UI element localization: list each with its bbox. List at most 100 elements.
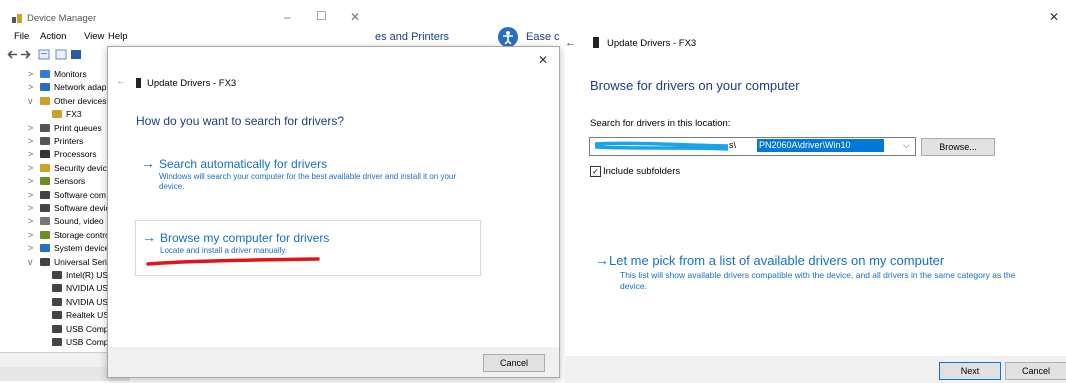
- menu-help[interactable]: Help: [108, 31, 128, 42]
- location-label: Search for drivers in this location:: [590, 118, 731, 129]
- tree-item-label: Processors: [54, 149, 97, 160]
- red-underline-annotation: [146, 257, 320, 266]
- chevron-down-icon[interactable]: v: [28, 256, 36, 268]
- option-description: Windows will search your computer for th…: [159, 172, 457, 191]
- device-category-icon: [40, 244, 50, 253]
- chevron-down-icon[interactable]: v: [28, 95, 36, 107]
- path-selection: PN2060A\driver\Win10: [757, 139, 884, 152]
- device-category-icon: [40, 96, 50, 105]
- option-title[interactable]: Let me pick from a list of available dri…: [609, 253, 944, 268]
- tree-item-label: System device: [54, 243, 110, 254]
- tree-item-label: USB Comp: [66, 337, 109, 347]
- menu-bar: File Action View Help: [0, 31, 373, 45]
- device-category-icon: [52, 338, 62, 346]
- tree-item-label: Network adap: [54, 82, 107, 93]
- tree-item-label: NVIDIA US: [66, 283, 109, 294]
- chevron-right-icon[interactable]: >: [28, 148, 36, 160]
- ease-of-access-link[interactable]: Ease c: [526, 31, 560, 43]
- device-category-icon: [40, 217, 50, 226]
- device-category-icon: [40, 123, 50, 132]
- device-icon: [136, 78, 141, 88]
- device-category-icon: [52, 271, 62, 279]
- chevron-right-icon[interactable]: >: [28, 68, 36, 80]
- tree-item-label: Print queues: [54, 122, 102, 133]
- maximize-button[interactable]: ☐: [316, 9, 327, 23]
- dialog-title: Update Drivers - FX3: [607, 38, 697, 49]
- dialog-title: Update Drivers - FX3: [147, 78, 237, 89]
- device-category-icon: [52, 297, 62, 306]
- chevron-down-icon[interactable]: ⌵: [903, 140, 910, 151]
- back-arrow-icon[interactable]: [6, 49, 18, 60]
- devices-and-printers-link[interactable]: es and Printers: [375, 31, 449, 43]
- arrow-right-icon: →: [141, 155, 155, 171]
- device-category-icon: [40, 177, 50, 186]
- close-button[interactable]: ✕: [538, 53, 548, 67]
- next-button[interactable]: Next: [939, 362, 1001, 380]
- accessibility-icon: [503, 31, 513, 45]
- ease-of-access-icon[interactable]: [498, 27, 518, 47]
- tree-item-label: Printers: [54, 136, 84, 146]
- arrow-right-icon: →: [142, 229, 156, 245]
- chevron-right-icon[interactable]: >: [28, 122, 36, 134]
- close-button[interactable]: ✕: [350, 10, 360, 24]
- device-category-icon: [52, 110, 62, 119]
- browse-my-computer-option[interactable]: → Browse my computer for drivers Locate …: [135, 220, 481, 276]
- option-title: Browse my computer for drivers: [160, 231, 330, 245]
- tree-item-label: Software devic: [54, 203, 110, 213]
- device-icon: [593, 37, 599, 48]
- chevron-right-icon[interactable]: >: [28, 135, 36, 147]
- chevron-right-icon[interactable]: >: [28, 175, 36, 187]
- tree-item-label: Storage contro: [54, 229, 110, 240]
- cancel-button[interactable]: Cancel: [483, 354, 545, 372]
- device-category-icon: [40, 150, 50, 159]
- tree-item-label: Realtek US: [66, 310, 109, 321]
- driver-path-combobox[interactable]: s\ PN2060A\driver\Win10 ⌵: [589, 137, 916, 156]
- update-drivers-dialog-2: ✕ ← Update Drivers - FX3 Browse for driv…: [565, 0, 1066, 383]
- tree-item-label: Universal Seria: [54, 256, 112, 267]
- back-button[interactable]: ←: [116, 76, 126, 87]
- include-subfolders-checkbox[interactable]: ✓: [590, 166, 601, 177]
- properties-icon[interactable]: [38, 49, 50, 60]
- chevron-right-icon[interactable]: >: [28, 229, 36, 241]
- scan-hardware-icon[interactable]: [70, 49, 82, 60]
- option-description: This list will show available drivers co…: [620, 270, 1016, 291]
- selected-path-text: PN2060A\driver\Win10: [759, 140, 851, 150]
- device-category-icon: [40, 204, 50, 212]
- chevron-right-icon[interactable]: >: [28, 81, 36, 93]
- device-category-icon: [52, 284, 62, 293]
- tree-item-label: Sensors: [54, 176, 86, 187]
- dialog-heading: Browse for drivers on your computer: [590, 78, 800, 93]
- tree-item-label: Other devices: [54, 95, 107, 106]
- window-title: Device Manager: [27, 13, 97, 24]
- chevron-right-icon[interactable]: >: [28, 215, 36, 227]
- tree-item-label: NVIDIA US: [66, 296, 109, 307]
- device-manager-icon: [12, 14, 22, 23]
- tree-item-label: Intel(R) US: [66, 270, 109, 280]
- menu-action[interactable]: Action: [40, 31, 66, 42]
- dialog-footer: Cancel: [108, 347, 559, 377]
- device-category-icon: [40, 257, 50, 266]
- minimize-button[interactable]: –: [284, 10, 291, 24]
- tree-item-label: FX3: [66, 109, 82, 120]
- tree-item-label: Monitors: [54, 69, 87, 79]
- device-category-icon: [40, 137, 50, 145]
- dialog-heading: How do you want to search for drivers?: [136, 114, 345, 128]
- menu-view[interactable]: View: [84, 31, 104, 42]
- close-button[interactable]: ✕: [1049, 10, 1059, 24]
- help-icon[interactable]: [55, 49, 67, 60]
- chevron-right-icon[interactable]: >: [28, 242, 36, 254]
- device-category-icon: [40, 190, 50, 199]
- back-button[interactable]: ←: [565, 37, 576, 49]
- forward-arrow-icon[interactable]: [20, 49, 32, 60]
- cancel-button[interactable]: Cancel: [1005, 362, 1066, 380]
- menu-file[interactable]: File: [14, 31, 29, 42]
- browse-button[interactable]: Browse...: [921, 138, 995, 156]
- arrow-right-icon: →: [595, 252, 609, 268]
- update-drivers-dialog-1: ✕ ← Update Drivers - FX3 How do you want…: [107, 46, 560, 378]
- chevron-right-icon[interactable]: >: [28, 162, 36, 174]
- chevron-right-icon[interactable]: >: [28, 202, 36, 214]
- tree-item-label: Sound, video: [54, 216, 104, 227]
- include-subfolders-label[interactable]: Include subfolders: [603, 166, 680, 177]
- chevron-right-icon[interactable]: >: [28, 189, 36, 201]
- titlebar: Device Manager – ☐ ✕: [0, 0, 373, 30]
